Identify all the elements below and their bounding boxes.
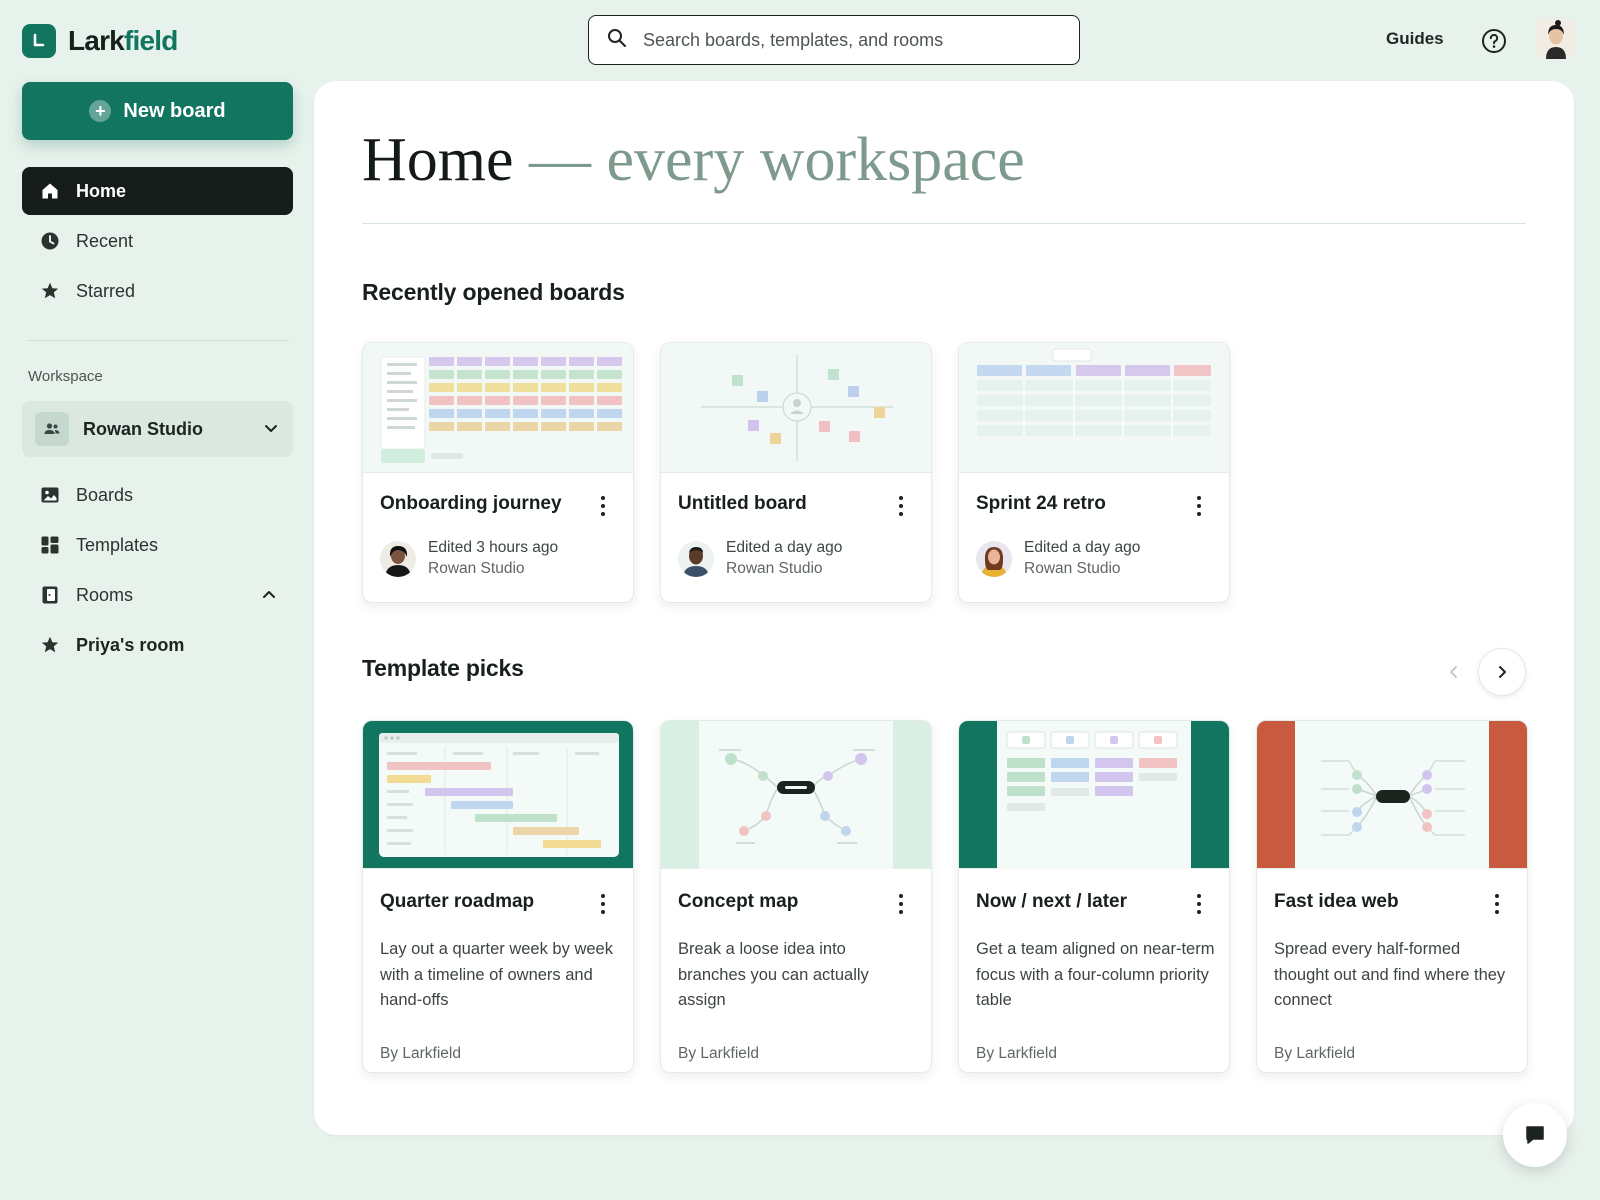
sidebar-item-templates[interactable]: Templates — [22, 521, 293, 569]
more-options-icon[interactable] — [1196, 496, 1202, 516]
search-input[interactable] — [643, 29, 1079, 51]
board-meta: Edited a day ago Rowan Studio — [976, 539, 1140, 578]
templates-icon — [40, 535, 60, 555]
new-board-button[interactable]: + New board — [22, 82, 293, 140]
sidebar-item-label: Recent — [76, 230, 134, 251]
sidebar-item-label: Starred — [76, 280, 136, 301]
template-thumbnail — [661, 721, 931, 869]
template-author: By Larkfield — [380, 1045, 461, 1062]
logo-icon — [22, 24, 56, 58]
edited-time: Edited 3 hours ago — [428, 539, 559, 556]
home-icon — [40, 181, 60, 201]
chat-button[interactable] — [1503, 1103, 1567, 1167]
template-author: By Larkfield — [678, 1045, 759, 1062]
sidebar-item-starred[interactable]: Starred — [22, 267, 293, 315]
template-description: Break a loose idea into branches you can… — [678, 940, 869, 1009]
sidebar-item-label: Priya's room — [76, 634, 185, 655]
board-workspace: Rowan Studio — [726, 560, 823, 577]
board-title: Untitled board — [678, 493, 807, 514]
sidebar-item-boards[interactable]: Boards — [22, 471, 293, 519]
owner-avatar — [380, 540, 416, 577]
board-title: Sprint 24 retro — [976, 493, 1106, 514]
template-card-quarter-roadmap[interactable]: Quarter roadmap Lay out a quarter week b… — [362, 720, 634, 1073]
search-icon — [607, 28, 627, 53]
more-options-icon[interactable] — [600, 496, 606, 516]
more-options-icon[interactable] — [898, 894, 904, 914]
chevron-up-icon[interactable] — [261, 587, 277, 608]
board-workspace: Rowan Studio — [428, 560, 525, 577]
sidebar-divider — [27, 340, 289, 341]
sidebar-item-label: Templates — [76, 534, 159, 555]
sidebar-item-priyas-room[interactable]: Priya's room — [22, 621, 293, 669]
edited-time: Edited a day ago — [726, 539, 843, 556]
template-title: Fast idea web — [1274, 891, 1399, 912]
board-thumbnail — [661, 343, 931, 473]
board-workspace: Rowan Studio — [1024, 560, 1121, 577]
star-icon — [40, 635, 60, 655]
workspace-label: Workspace — [28, 368, 103, 385]
board-thumbnail — [959, 343, 1229, 473]
workspace-name: Rowan Studio — [83, 418, 203, 439]
more-options-icon[interactable] — [1196, 894, 1202, 914]
plus-icon: + — [89, 100, 112, 122]
chat-icon — [1526, 1126, 1544, 1144]
main-panel: Home — every workspace Recently opened b… — [314, 81, 1574, 1135]
board-title: Onboarding journey — [380, 493, 562, 514]
star-icon — [40, 281, 60, 301]
app-name: Larkfield — [68, 25, 178, 56]
template-thumbnail — [363, 721, 633, 869]
recent-section-title: Recently opened boards — [362, 279, 625, 305]
board-card-sprint-24-retro[interactable]: Sprint 24 retro Edited a day ago Rowan S… — [958, 342, 1230, 603]
sidebar-item-rooms[interactable]: Rooms — [22, 571, 293, 619]
more-options-icon[interactable] — [898, 496, 904, 516]
board-meta: Edited 3 hours ago Rowan Studio — [380, 539, 558, 578]
room-icon — [40, 585, 60, 605]
template-author: By Larkfield — [1274, 1045, 1355, 1062]
owner-avatar — [976, 540, 1012, 577]
app-logo[interactable]: Larkfield — [22, 24, 178, 58]
image-icon — [40, 485, 60, 505]
template-card-fast-idea-web[interactable]: Fast idea web Spread every half-formed t… — [1256, 720, 1528, 1073]
clock-icon — [40, 231, 60, 251]
template-author: By Larkfield — [976, 1045, 1057, 1062]
owner-avatar — [678, 540, 714, 577]
board-card-onboarding-journey[interactable]: Onboarding journey Edited 3 hours ago Ro… — [362, 342, 634, 603]
template-description: Spread every half-formed thought out and… — [1274, 940, 1506, 1009]
template-thumbnail — [959, 721, 1229, 869]
new-board-label: New board — [123, 99, 226, 122]
help-icon[interactable] — [1481, 28, 1507, 54]
template-description: Lay out a quarter week by week with a ti… — [380, 940, 613, 1009]
search-bar[interactable] — [588, 15, 1080, 65]
sidebar-item-recent[interactable]: Recent — [22, 217, 293, 265]
chevron-left-icon — [1450, 666, 1457, 678]
templates-section-title: Template picks — [362, 655, 524, 681]
template-title: Concept map — [678, 891, 799, 912]
chevron-down-icon — [263, 420, 279, 441]
people-icon — [35, 412, 69, 446]
previous-button[interactable] — [1430, 648, 1478, 696]
template-title: Quarter roadmap — [380, 891, 535, 912]
board-thumbnail — [363, 343, 633, 473]
more-options-icon[interactable] — [600, 894, 606, 914]
chevron-right-icon — [1499, 666, 1506, 678]
sidebar-item-home[interactable]: Home — [22, 167, 293, 215]
board-meta: Edited a day ago Rowan Studio — [678, 539, 842, 578]
next-button[interactable] — [1478, 648, 1526, 696]
guides-link[interactable]: Guides — [1386, 29, 1444, 49]
more-options-icon[interactable] — [1494, 894, 1500, 914]
board-card-untitled-board[interactable]: Untitled board Edited a day ago Rowan St… — [660, 342, 932, 603]
template-card-now-next-later[interactable]: Now / next / later Get a team aligned on… — [958, 720, 1230, 1073]
sidebar-item-label: Rooms — [76, 584, 134, 605]
template-description: Get a team aligned on near-term focus wi… — [976, 940, 1215, 1009]
sidebar-item-label: Home — [76, 180, 127, 201]
sidebar-item-label: Boards — [76, 484, 134, 505]
page-title: Home — every workspace — [362, 126, 1025, 194]
template-title: Now / next / later — [976, 891, 1127, 912]
user-avatar[interactable] — [1536, 19, 1576, 59]
template-card-concept-map[interactable]: Concept map Break a loose idea into bran… — [660, 720, 932, 1073]
workspace-selector[interactable]: Rowan Studio — [22, 401, 293, 457]
title-divider — [362, 223, 1526, 224]
template-thumbnail — [1257, 721, 1527, 869]
edited-time: Edited a day ago — [1024, 539, 1141, 556]
